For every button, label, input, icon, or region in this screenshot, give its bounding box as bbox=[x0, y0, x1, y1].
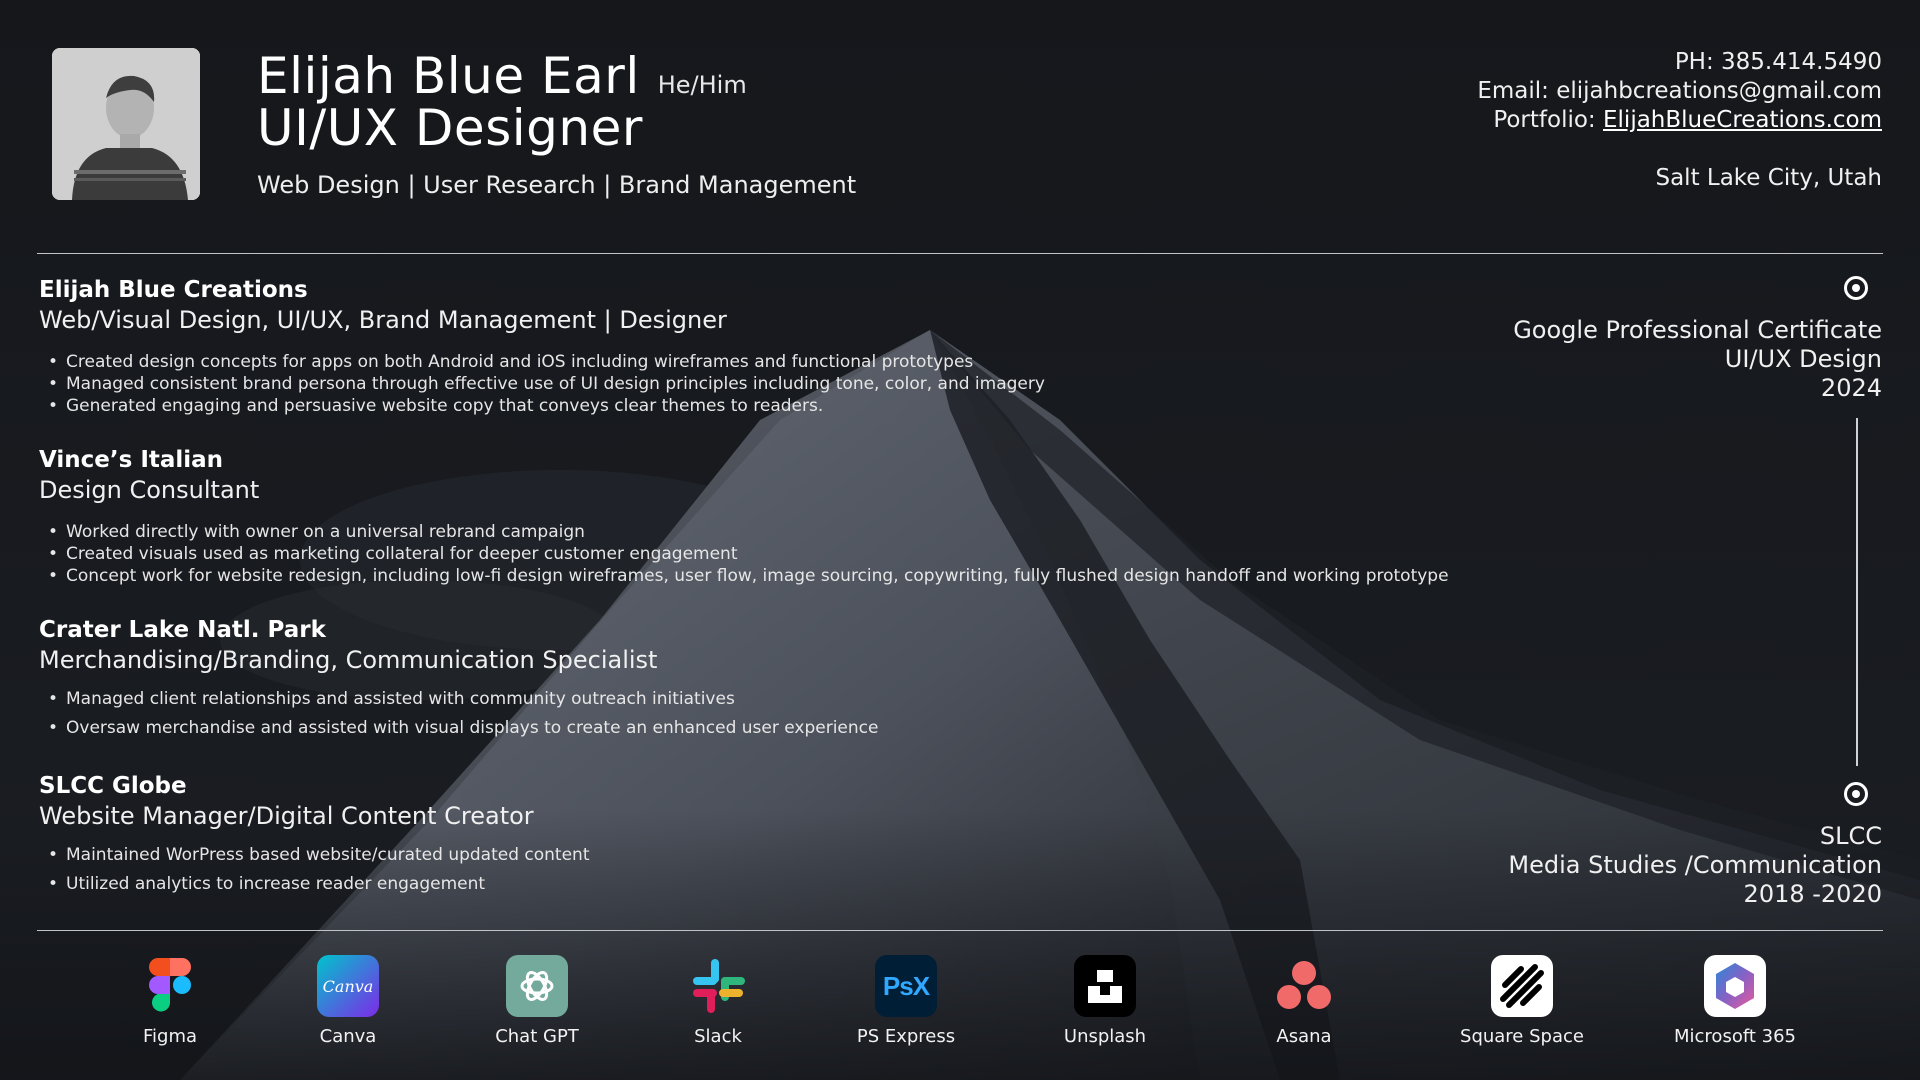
experience-entry: SLCC Globe Website Manager/Digital Conte… bbox=[39, 771, 1459, 899]
asana-icon bbox=[1273, 955, 1335, 1017]
bullet-item: Concept work for website redesign, inclu… bbox=[39, 565, 1459, 587]
bullet-list: Managed client relationships and assiste… bbox=[39, 685, 1459, 743]
tool-label: Chat GPT bbox=[495, 1026, 579, 1047]
education-year: 2018 -2020 bbox=[1743, 880, 1882, 908]
timeline-dot-icon bbox=[1844, 782, 1868, 806]
bullet-item: Created visuals used as marketing collat… bbox=[39, 543, 1459, 565]
bullet-list: Maintained WorPress based website/curate… bbox=[39, 841, 1459, 899]
company-name: Crater Lake Natl. Park bbox=[39, 617, 326, 643]
bullet-item: Generated engaging and persuasive websit… bbox=[39, 395, 1459, 417]
tool-figma: Figma bbox=[90, 955, 250, 1047]
email-address: Email: elijahbcreations@gmail.com bbox=[1477, 78, 1882, 104]
tool-label: Canva bbox=[319, 1026, 377, 1047]
figma-icon bbox=[139, 955, 201, 1017]
company-name: Elijah Blue Creations bbox=[39, 277, 308, 303]
tool-ps-express: PsX PS Express bbox=[826, 955, 986, 1047]
tool-label: Asana bbox=[1276, 1026, 1332, 1047]
bullet-item: Oversaw merchandise and assisted with vi… bbox=[39, 714, 1459, 743]
bullet-list: Created design concepts for apps on both… bbox=[39, 351, 1459, 417]
tool-label: Slack bbox=[694, 1026, 742, 1047]
tool-slack: Slack bbox=[638, 955, 798, 1047]
experience-entry: Crater Lake Natl. Park Merchandising/Bra… bbox=[39, 615, 1459, 743]
tool-chatgpt: Chat GPT bbox=[457, 955, 617, 1047]
job-role-title: UI/UX Designer bbox=[257, 99, 643, 157]
squarespace-icon bbox=[1491, 955, 1553, 1017]
portfolio-line: Portfolio: ElijahBlueCreations.com bbox=[1477, 106, 1882, 135]
timeline-line bbox=[1856, 418, 1858, 766]
tool-squarespace: Square Space bbox=[1442, 955, 1602, 1047]
portfolio-link[interactable]: ElijahBlueCreations.com bbox=[1603, 107, 1882, 133]
education-entry: Google Professional Certificate UI/UX De… bbox=[1513, 316, 1882, 403]
bullet-item: Created design concepts for apps on both… bbox=[39, 351, 1459, 373]
profile-photo bbox=[52, 48, 200, 200]
name-row: Elijah Blue Earl He/Him bbox=[257, 47, 747, 105]
education-program: UI/UX Design bbox=[1724, 345, 1882, 373]
bullet-item: Worked directly with owner on a universa… bbox=[39, 521, 1459, 543]
location: Salt Lake City, Utah bbox=[1655, 165, 1882, 191]
top-divider bbox=[37, 253, 1883, 254]
ps-express-icon: PsX bbox=[875, 955, 937, 1017]
bullet-list: Worked directly with owner on a universa… bbox=[39, 521, 1459, 587]
candidate-name: Elijah Blue Earl bbox=[257, 47, 640, 105]
company-name: Vince’s Italian bbox=[39, 447, 224, 473]
bullet-item: Maintained WorPress based website/curate… bbox=[39, 841, 1459, 870]
slack-icon bbox=[687, 955, 749, 1017]
job-title: Website Manager/Digital Content Creator bbox=[39, 802, 534, 830]
bottom-divider bbox=[37, 930, 1883, 931]
tool-label: Square Space bbox=[1460, 1026, 1584, 1047]
canva-icon-text: Canva bbox=[322, 976, 374, 996]
contact-info: PH: 385.414.5490 Email: elijahbcreations… bbox=[1477, 48, 1882, 135]
canva-icon: Canva bbox=[317, 955, 379, 1017]
unsplash-icon bbox=[1074, 955, 1136, 1017]
pronouns: He/Him bbox=[657, 71, 747, 99]
job-title: Design Consultant bbox=[39, 476, 260, 504]
tool-asana: Asana bbox=[1224, 955, 1384, 1047]
job-title: Web/Visual Design, UI/UX, Brand Manageme… bbox=[39, 306, 727, 334]
tool-unsplash: Unsplash bbox=[1025, 955, 1185, 1047]
experience-entry: Elijah Blue Creations Web/Visual Design,… bbox=[39, 275, 1459, 417]
phone-number: PH: 385.414.5490 bbox=[1674, 49, 1882, 75]
tool-label: Unsplash bbox=[1063, 1026, 1147, 1047]
microsoft-365-icon bbox=[1704, 955, 1766, 1017]
company-name: SLCC Globe bbox=[39, 773, 187, 799]
bullet-item: Managed client relationships and assiste… bbox=[39, 685, 1459, 714]
bullet-item: Utilized analytics to increase reader en… bbox=[39, 870, 1459, 899]
skills-summary: Web Design | User Research | Brand Manag… bbox=[257, 171, 857, 199]
experience-entry: Vince’s Italian Design Consultant Worked… bbox=[39, 445, 1459, 587]
education-year: 2024 bbox=[1820, 374, 1882, 402]
tool-label: Figma bbox=[142, 1026, 198, 1047]
education-institution: SLCC bbox=[1819, 822, 1882, 850]
education-entry: SLCC Media Studies /Communication 2018 -… bbox=[1508, 822, 1882, 909]
education-program: Media Studies /Communication bbox=[1508, 851, 1882, 879]
tool-canva: Canva Canva bbox=[268, 955, 428, 1047]
timeline-dot-icon bbox=[1844, 276, 1868, 300]
education-institution: Google Professional Certificate bbox=[1513, 316, 1882, 344]
bullet-item: Managed consistent brand persona through… bbox=[39, 373, 1459, 395]
chatgpt-icon bbox=[506, 955, 568, 1017]
tool-label: PS Express bbox=[856, 1026, 956, 1047]
job-title: Merchandising/Branding, Communication Sp… bbox=[39, 646, 658, 674]
ps-express-icon-text: PsX bbox=[882, 970, 930, 1001]
tool-microsoft-365: Microsoft 365 bbox=[1655, 955, 1815, 1047]
tool-label: Microsoft 365 bbox=[1674, 1026, 1796, 1047]
portfolio-label: Portfolio: bbox=[1493, 107, 1596, 133]
